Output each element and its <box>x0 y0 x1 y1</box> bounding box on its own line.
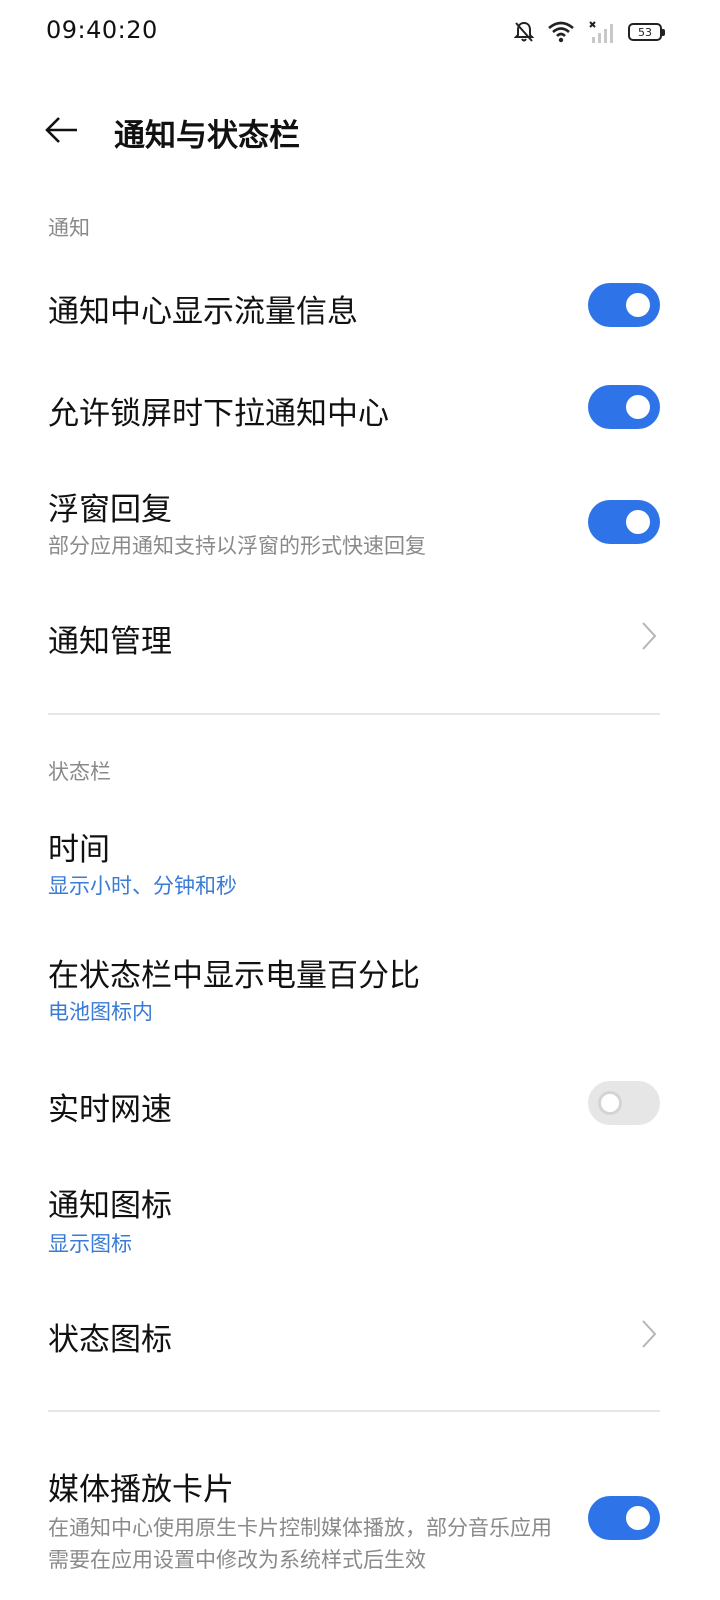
setting-floating-reply[interactable]: 浮窗回复 部分应用通知支持以浮窗的形式快速回复 <box>0 470 720 580</box>
setting-title: 浮窗回复 <box>48 492 172 528</box>
setting-battery-percent[interactable]: 在状态栏中显示电量百分比 电池图标内 <box>0 938 720 1038</box>
page-header: 通知与状态栏 <box>0 92 720 172</box>
toggle-knob <box>626 1506 650 1530</box>
setting-notification-icons[interactable]: 通知图标 显示图标 <box>0 1170 720 1270</box>
status-icons: 53 <box>514 18 665 46</box>
setting-status-icons[interactable]: 状态图标 <box>0 1294 720 1374</box>
setting-title: 媒体播放卡片 <box>48 1472 234 1508</box>
network-speed-toggle[interactable] <box>588 1081 660 1125</box>
section-label-notifications: 通知 <box>48 216 90 240</box>
chevron-right-icon <box>638 1318 660 1350</box>
section-label-status-bar: 状态栏 <box>48 760 111 784</box>
back-button[interactable] <box>40 110 84 154</box>
setting-title: 实时网速 <box>48 1092 172 1128</box>
setting-title: 通知管理 <box>48 624 172 660</box>
arrow-left-icon <box>44 115 80 149</box>
toggle-knob <box>626 510 650 534</box>
status-bar: 09:40:20 53 <box>0 0 720 62</box>
setting-value: 显示小时、分钟和秒 <box>48 874 237 898</box>
setting-value: 显示图标 <box>48 1232 132 1256</box>
page-title: 通知与状态栏 <box>114 118 300 154</box>
setting-notification-manage[interactable]: 通知管理 <box>0 596 720 676</box>
traffic-info-toggle[interactable] <box>588 283 660 327</box>
lockscreen-pull-toggle[interactable] <box>588 385 660 429</box>
setting-title: 通知图标 <box>48 1188 172 1224</box>
battery-level: 53 <box>638 25 652 39</box>
setting-lockscreen-pull[interactable]: 允许锁屏时下拉通知中心 <box>0 368 720 448</box>
battery-icon: 53 <box>628 23 665 41</box>
setting-title: 在状态栏中显示电量百分比 <box>48 958 420 994</box>
section-divider <box>48 713 660 715</box>
setting-traffic-info[interactable]: 通知中心显示流量信息 <box>0 266 720 346</box>
setting-media-card[interactable]: 媒体播放卡片 在通知中心使用原生卡片控制媒体播放，部分音乐应用需要在应用设置中修… <box>0 1454 720 1600</box>
toggle-knob <box>598 1091 622 1115</box>
setting-time[interactable]: 时间 显示小时、分钟和秒 <box>0 812 720 912</box>
setting-value: 电池图标内 <box>48 1000 153 1024</box>
media-card-toggle[interactable] <box>588 1496 660 1540</box>
setting-network-speed[interactable]: 实时网速 <box>0 1064 720 1144</box>
toggle-knob <box>626 293 650 317</box>
setting-title: 通知中心显示流量信息 <box>48 294 358 330</box>
setting-title: 状态图标 <box>48 1322 172 1358</box>
section-divider <box>48 1410 660 1412</box>
bell-off-icon <box>514 21 534 43</box>
setting-title: 允许锁屏时下拉通知中心 <box>48 396 389 432</box>
chevron-right-icon <box>638 620 660 652</box>
setting-subtitle: 在通知中心使用原生卡片控制媒体播放，部分音乐应用需要在应用设置中修改为系统样式后… <box>48 1516 552 1572</box>
setting-subtitle: 部分应用通知支持以浮窗的形式快速回复 <box>48 534 426 558</box>
cellular-no-signal-icon <box>588 20 614 44</box>
wifi-icon <box>548 21 574 43</box>
status-time: 09:40:20 <box>46 16 158 44</box>
setting-title: 时间 <box>48 832 110 868</box>
toggle-knob <box>626 395 650 419</box>
floating-reply-toggle[interactable] <box>588 500 660 544</box>
